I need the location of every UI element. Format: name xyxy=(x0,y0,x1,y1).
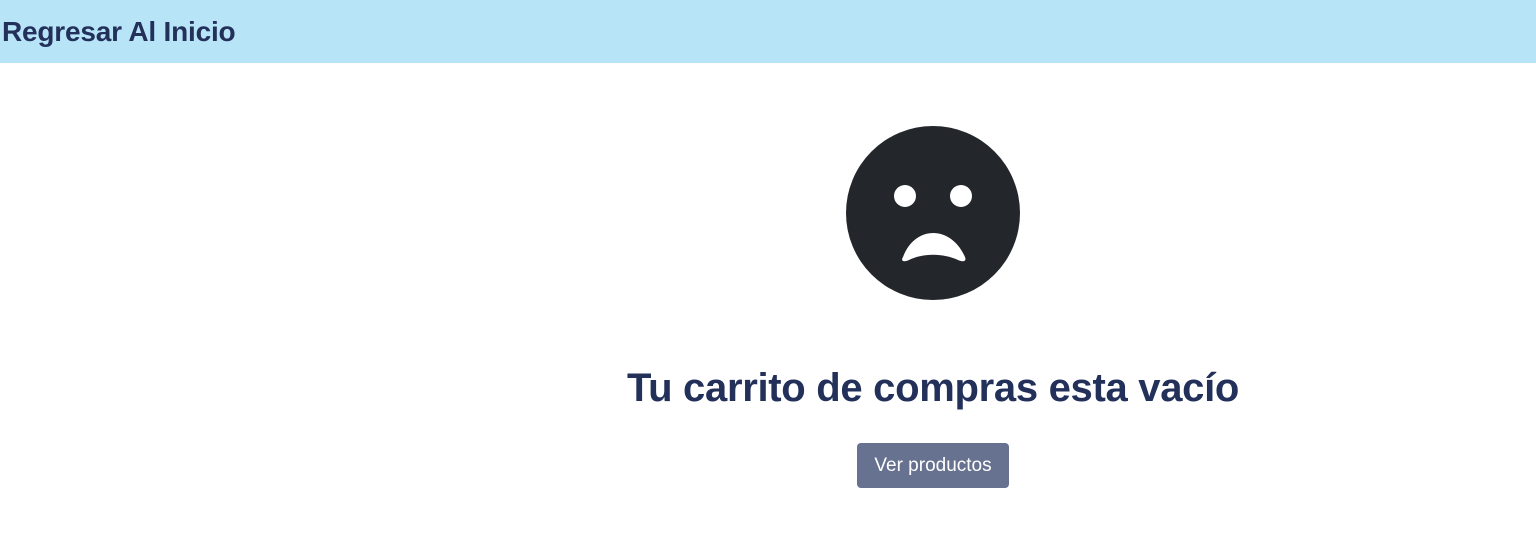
view-products-button[interactable]: Ver productos xyxy=(857,443,1009,488)
back-to-home-link[interactable]: Regresar Al Inicio xyxy=(2,16,236,48)
sad-face-icon xyxy=(846,126,1020,300)
empty-cart-message: Tu carrito de compras esta vacío xyxy=(626,366,1240,410)
top-bar: Regresar Al Inicio xyxy=(0,0,1536,63)
